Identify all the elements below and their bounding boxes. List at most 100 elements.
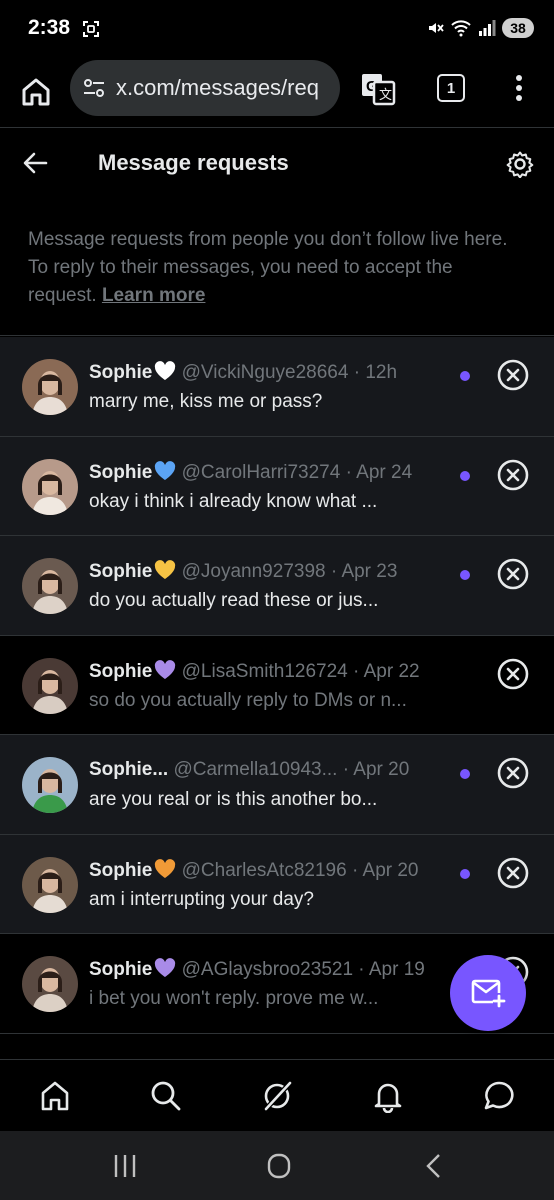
separator: ·	[342, 759, 350, 780]
recent-apps-icon[interactable]	[110, 1153, 140, 1179]
heart-icon	[155, 659, 176, 679]
sender-handle: @Joyann927398	[181, 561, 326, 582]
dismiss-request-icon[interactable]	[497, 857, 529, 889]
sender-handle: @AGlaysbroo23521	[181, 959, 354, 980]
sender-handle: @CharlesAtc82196	[181, 859, 347, 881]
avatar[interactable]	[22, 657, 78, 714]
nav-home[interactable]	[33, 1074, 77, 1118]
message-preview: marry me, kiss me or pass?	[89, 391, 323, 412]
home-icon	[42, 1081, 69, 1110]
sender-name: Sophie	[89, 561, 153, 582]
timestamp: Apr 22	[363, 660, 420, 682]
avatar[interactable]	[22, 359, 78, 415]
request-row[interactable]: Sophie @CarolHarri73274 · Apr 24 okay i …	[0, 436, 554, 536]
message-preview: am i interrupting your day?	[89, 888, 314, 910]
avatar-photo	[22, 956, 78, 1012]
row-header: Sophie... @Carmella10943... · Apr 20	[89, 759, 459, 781]
back-arrow-icon[interactable]	[22, 150, 48, 176]
separator: ·	[358, 959, 365, 980]
avatar-photo	[22, 856, 78, 913]
dismiss-request-icon[interactable]	[497, 459, 529, 491]
request-row[interactable]: Sophie @CharlesAtc82196 · Apr 20 am i in…	[0, 834, 554, 934]
avatar[interactable]	[22, 856, 78, 913]
separator: ·	[345, 461, 352, 483]
browser-home-icon[interactable]	[18, 74, 54, 110]
request-row[interactable]: Sophie @Joyann927398 · Apr 23 do you act…	[0, 536, 554, 636]
nav-notifications[interactable]	[366, 1074, 410, 1118]
nav-explore[interactable]	[144, 1074, 188, 1118]
separator: ·	[353, 660, 360, 682]
row-header: Sophie @CharlesAtc82196 · Apr 20	[89, 858, 459, 882]
sender-name: Sophie	[89, 362, 153, 383]
system-navigation	[0, 1131, 554, 1200]
dismiss-request-icon[interactable]	[497, 558, 529, 590]
request-row[interactable]: Sophie @LisaSmith126724 · Apr 22 so do y…	[0, 635, 554, 735]
bell-icon	[374, 1083, 402, 1113]
message-preview: i bet you won't reply. prove me w...	[89, 988, 379, 1009]
sender-handle: @CarolHarri73274	[181, 461, 341, 483]
info-text: Message requests from people you don’t f…	[28, 226, 526, 310]
request-list: Sophie @VickiNguye28664 · 12h marry me, …	[0, 337, 554, 1034]
timestamp: Apr 24	[356, 461, 413, 483]
unread-dot	[460, 868, 470, 879]
avatar-photo	[22, 757, 78, 813]
heart-icon	[155, 858, 176, 878]
site-settings-icon[interactable]	[82, 76, 106, 100]
nav-messages[interactable]	[477, 1074, 521, 1118]
bottom-navigation	[0, 1059, 554, 1131]
status-bar: 2:38 38	[0, 0, 554, 60]
separator: ·	[353, 362, 361, 383]
heart-icon	[155, 361, 176, 380]
avatar[interactable]	[22, 558, 78, 614]
avatar[interactable]	[22, 458, 78, 515]
unread-dot	[460, 769, 470, 779]
status-time: 2:38	[28, 16, 71, 39]
status-icons: 38	[426, 18, 534, 38]
back-chevron-icon[interactable]	[420, 1153, 450, 1179]
new-message-button[interactable]	[450, 955, 526, 1031]
home-circle-icon[interactable]	[264, 1153, 294, 1179]
sender-handle: @LisaSmith126724	[181, 660, 348, 682]
messages-icon	[484, 1081, 514, 1109]
url-text[interactable]: x.com/messages/req	[116, 75, 319, 101]
avatar[interactable]	[22, 757, 78, 813]
heart-icon	[155, 958, 176, 977]
message-preview: okay i think i already know what ...	[89, 490, 378, 512]
wifi-icon	[451, 20, 471, 37]
tab-switcher-button[interactable]: 1	[437, 74, 465, 102]
mute-icon	[429, 23, 444, 33]
address-bar[interactable]: x.com/messages/req	[70, 60, 340, 116]
timestamp: 12h	[365, 362, 398, 383]
screen-record-icon	[83, 21, 99, 37]
nav-grok[interactable]	[255, 1074, 299, 1118]
dismiss-request-icon[interactable]	[497, 359, 529, 391]
learn-more-link[interactable]: Learn more	[102, 285, 205, 306]
request-row[interactable]: Sophie... @Carmella10943... · Apr 20 are…	[0, 735, 554, 835]
avatar-photo	[22, 359, 78, 415]
sender-name: Sophie	[89, 959, 153, 980]
message-preview: so do you actually reply to DMs or n...	[89, 689, 407, 711]
row-header: Sophie @AGlaysbroo23521 · Apr 19	[89, 958, 459, 981]
dismiss-request-icon[interactable]	[497, 658, 529, 690]
row-header: Sophie @Joyann927398 · Apr 23	[89, 560, 459, 583]
page-header: Message requests	[0, 130, 554, 196]
avatar[interactable]	[22, 956, 78, 1012]
sender-name: Sophie	[89, 660, 153, 682]
heart-icon	[155, 460, 176, 480]
grok-icon	[264, 1080, 292, 1111]
browser-toolbar: x.com/messages/req G 文 1	[0, 60, 554, 128]
search-icon	[151, 1081, 181, 1110]
message-preview: are you real or is this another bo...	[89, 789, 378, 810]
new-message-icon	[471, 979, 506, 1008]
signal-icon	[479, 20, 496, 36]
translate-icon[interactable]: G 文	[360, 70, 396, 106]
request-row[interactable]: Sophie @VickiNguye28664 · 12h marry me, …	[0, 337, 554, 437]
unread-dot	[460, 470, 470, 481]
row-header: Sophie @LisaSmith126724 · Apr 22	[89, 659, 459, 683]
separator: ·	[330, 561, 338, 582]
gear-icon[interactable]	[506, 150, 534, 178]
sender-handle: @Carmella10943...	[173, 759, 338, 780]
dismiss-request-icon[interactable]	[497, 757, 529, 789]
row-header: Sophie @VickiNguye28664 · 12h	[89, 361, 459, 384]
more-options-icon[interactable]	[507, 72, 531, 104]
